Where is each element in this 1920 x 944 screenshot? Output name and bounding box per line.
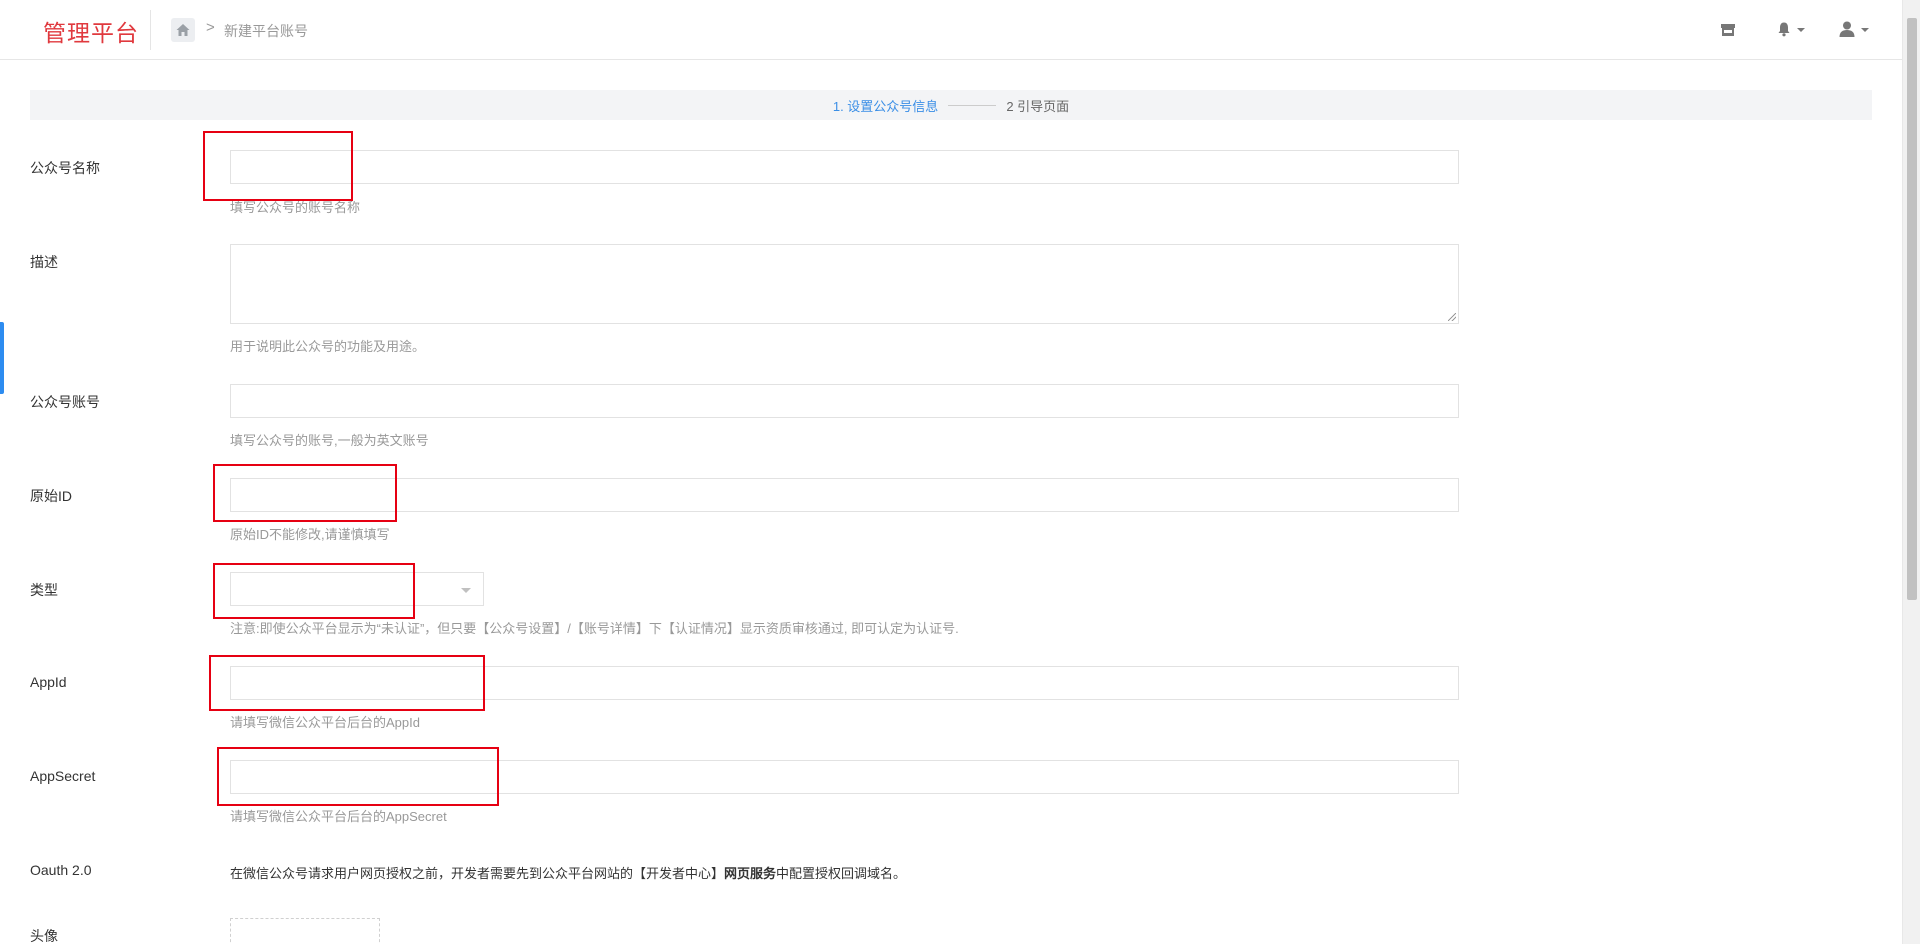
description-help: 用于说明此公众号的功能及用途。 xyxy=(230,339,426,354)
chevron-down-icon xyxy=(461,588,471,593)
highlight-box-appsecret xyxy=(217,747,499,806)
original-id-help: 原始ID不能修改,请谨慎填写 xyxy=(230,527,390,542)
type-label: 类型 xyxy=(30,582,58,598)
vertical-scrollbar[interactable] xyxy=(1902,0,1920,944)
highlight-box-original-id xyxy=(213,464,397,522)
user-icon xyxy=(1838,20,1856,41)
bell-icon xyxy=(1776,21,1792,40)
original-id-label: 原始ID xyxy=(30,488,72,504)
oauth-text-before: 在微信公众号请求用户网页授权之前，开发者需要先到公众平台网站的【开发者中心】 xyxy=(230,866,725,881)
oauth-text-bold: 网页服务 xyxy=(724,866,777,881)
notifications-menu[interactable] xyxy=(1776,20,1805,40)
account-input[interactable] xyxy=(230,384,1459,418)
appid-help: 请填写微信公众平台后台的AppId xyxy=(230,715,420,730)
user-menu[interactable] xyxy=(1838,20,1869,40)
highlight-box-type xyxy=(213,563,415,619)
highlight-box-name xyxy=(203,131,353,201)
name-input[interactable] xyxy=(230,150,1459,184)
account-label: 公众号账号 xyxy=(30,394,100,410)
store-icon[interactable] xyxy=(1720,20,1736,40)
top-bar: 管理平台 > 新建平台账号 xyxy=(0,0,1902,60)
appid-label: AppId xyxy=(30,674,67,690)
step-2: 2 引导页面 xyxy=(1006,98,1070,114)
original-id-input[interactable] xyxy=(230,478,1459,512)
resize-handle[interactable] xyxy=(1448,313,1456,321)
breadcrumb-current: 新建平台账号 xyxy=(224,23,308,39)
type-help: 注意:即使公众平台显示为“未认证”，但只要【公众号设置】/【账号详情】下【认证情… xyxy=(230,621,959,636)
appsecret-label: AppSecret xyxy=(30,768,96,784)
brand-divider xyxy=(150,10,151,50)
account-help: 填写公众号的账号,一般为英文账号 xyxy=(230,433,429,448)
appsecret-help: 请填写微信公众平台后台的AppSecret xyxy=(230,809,447,824)
oauth-label: Oauth 2.0 xyxy=(30,862,92,878)
wizard-steps: 1. 设置公众号信息 2 引导页面 xyxy=(30,90,1872,120)
avatar-label: 头像 xyxy=(30,928,58,944)
chevron-down-icon xyxy=(1861,28,1869,32)
oauth-text-after: 中配置授权回调域名。 xyxy=(776,866,907,881)
step-connector xyxy=(948,104,997,106)
breadcrumb-separator: > xyxy=(206,19,215,36)
sidebar-toggle-tab[interactable] xyxy=(0,322,4,394)
description-textarea[interactable] xyxy=(230,244,1459,324)
brand-logo[interactable]: 管理平台 xyxy=(43,14,139,48)
step-1: 1. 设置公众号信息 xyxy=(832,98,939,114)
scrollbar-thumb[interactable] xyxy=(1907,18,1917,600)
highlight-box-appid xyxy=(209,655,485,711)
chevron-down-icon xyxy=(1797,28,1805,32)
avatar-upload-box[interactable] xyxy=(230,918,380,944)
home-icon[interactable] xyxy=(171,18,195,42)
description-label: 描述 xyxy=(30,254,58,270)
name-label: 公众号名称 xyxy=(30,160,100,176)
oauth-description: 在微信公众号请求用户网页授权之前，开发者需要先到公众平台网站的【开发者中心】网页… xyxy=(230,863,906,882)
